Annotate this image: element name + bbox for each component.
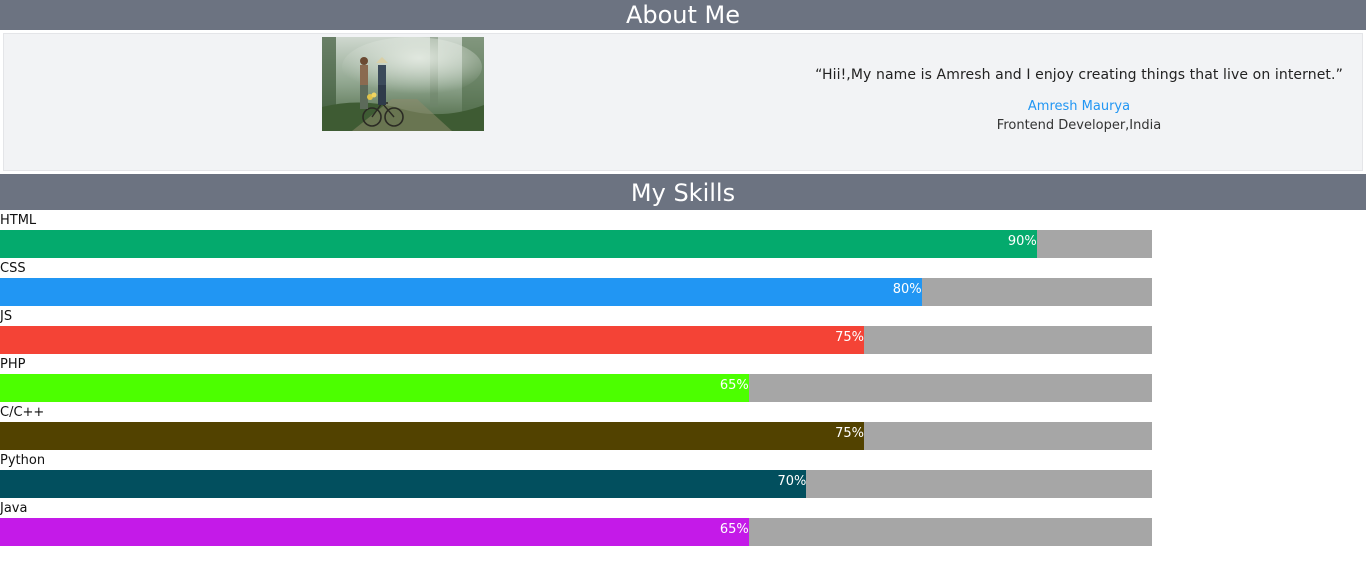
skill-track: 75%: [0, 326, 1152, 354]
quote-block: “Hii!,My name is Amresh and I enjoy crea…: [764, 67, 1366, 133]
skills-list: HTML 90% CSS 80% JS 75% PHP 65% C/C++ 75…: [0, 210, 1366, 546]
profile-photo: [322, 37, 484, 131]
skill-bar: 75%: [0, 422, 864, 450]
skill-bar: 65%: [0, 374, 749, 402]
skill-html: HTML 90%: [0, 210, 1366, 258]
about-title: About Me: [625, 1, 741, 29]
skill-js: JS 75%: [0, 306, 1366, 354]
skill-css: CSS 80%: [0, 258, 1366, 306]
about-card: “Hii!,My name is Amresh and I enjoy crea…: [3, 33, 1363, 171]
skill-track: 70%: [0, 470, 1152, 498]
bio-quote: “Hii!,My name is Amresh and I enjoy crea…: [815, 67, 1343, 83]
skill-label: CSS: [0, 261, 26, 276]
skills-title: My Skills: [630, 179, 736, 207]
skill-label: Java: [0, 501, 28, 516]
skill-cpp: C/C++ 75%: [0, 402, 1366, 450]
skill-bar: 90%: [0, 230, 1037, 258]
skill-bar: 70%: [0, 470, 807, 498]
skill-bar: 65%: [0, 518, 749, 546]
author-name: Amresh Maurya: [1027, 99, 1131, 114]
skill-php: PHP 65%: [0, 354, 1366, 402]
skill-label: Python: [0, 453, 46, 468]
skill-bar: 75%: [0, 326, 864, 354]
skill-label: HTML: [0, 213, 37, 228]
skill-python: Python 70%: [0, 450, 1366, 498]
skill-track: 90%: [0, 230, 1152, 258]
skill-track: 80%: [0, 278, 1152, 306]
skill-label: JS: [0, 309, 13, 324]
skill-bar: 80%: [0, 278, 922, 306]
skill-track: 65%: [0, 374, 1152, 402]
skill-track: 75%: [0, 422, 1152, 450]
skill-label: C/C++: [0, 405, 45, 420]
skills-header: My Skills: [0, 174, 1366, 210]
author-role: Frontend Developer,India: [996, 118, 1162, 133]
skill-track: 65%: [0, 518, 1152, 546]
skill-label: PHP: [0, 357, 26, 372]
about-header: About Me: [0, 0, 1366, 30]
skill-java: Java 65%: [0, 498, 1366, 546]
